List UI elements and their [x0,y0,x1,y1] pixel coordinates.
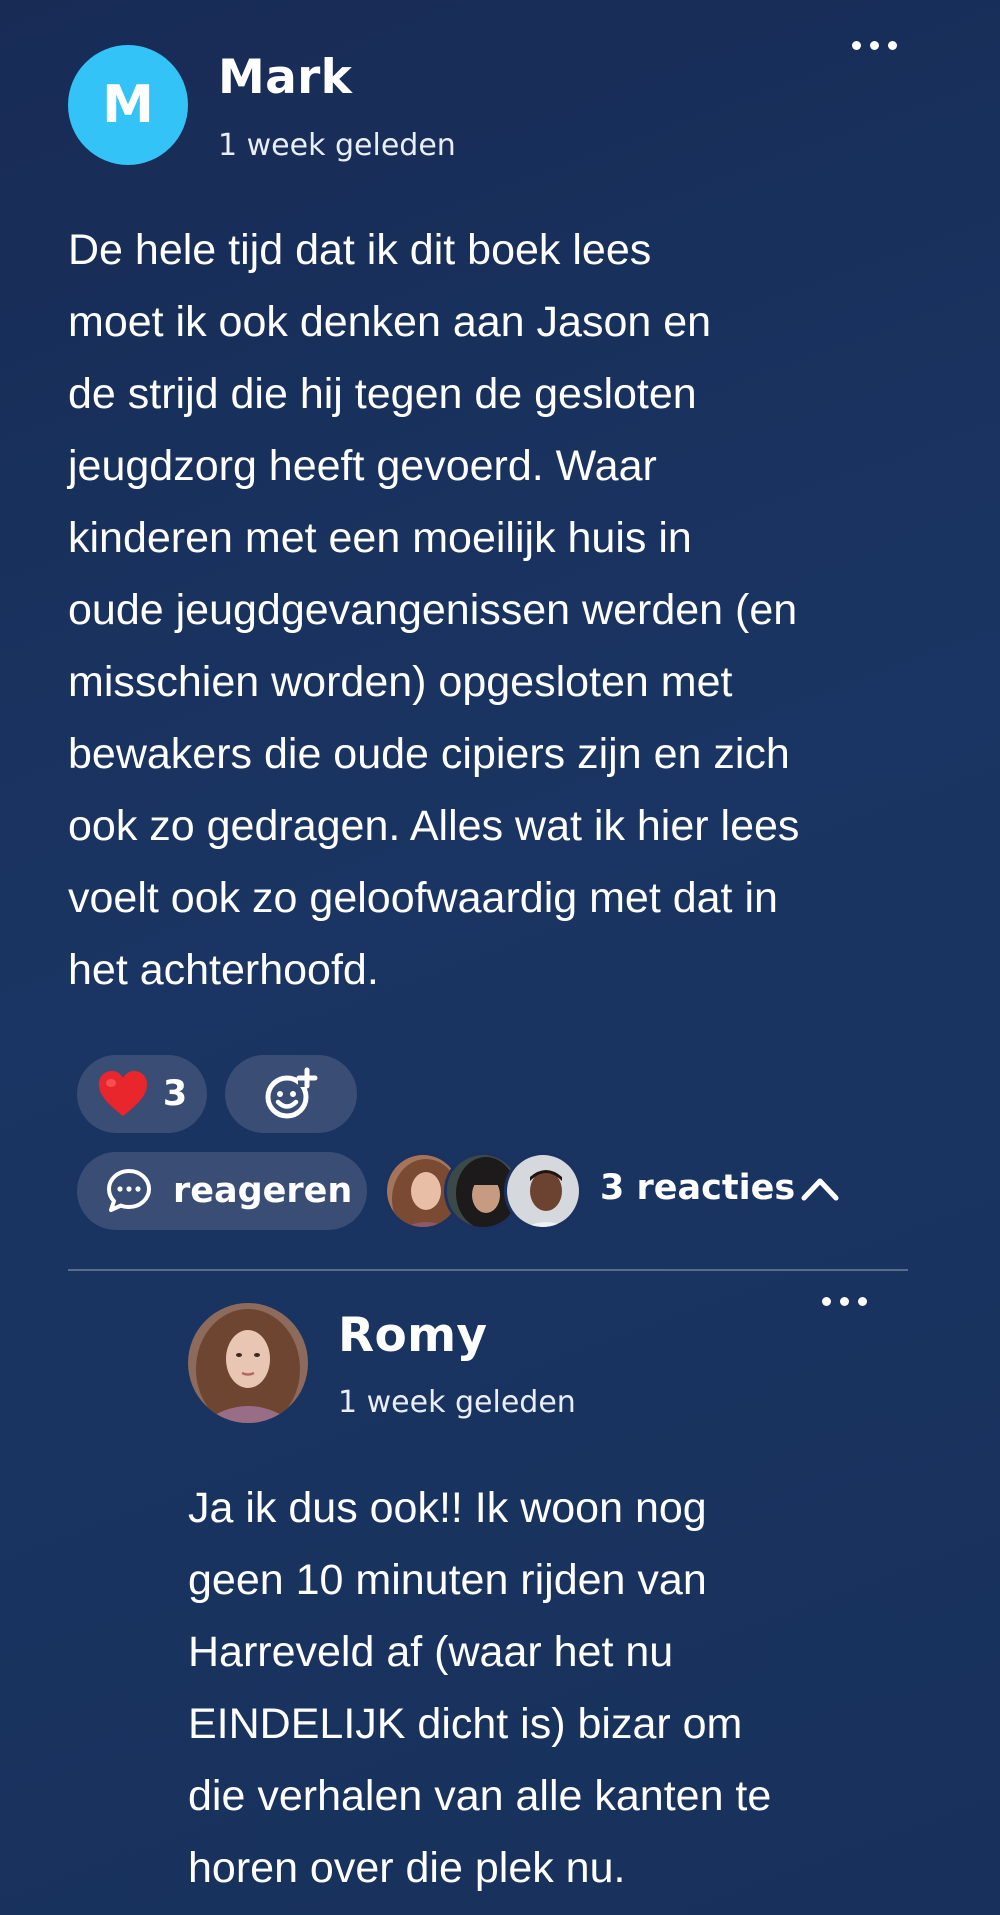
chevron-up-icon[interactable] [800,1174,840,1202]
heart-icon [98,1071,147,1116]
reply-body: Ja ik dus ook!! Ik woon nog geen 10 minu… [188,1484,772,1892]
timestamp: 1 week geleden [218,128,456,163]
avatar[interactable]: M [68,45,188,165]
reply-label: reageren [173,1171,353,1211]
reactions-count[interactable]: 3 reacties [600,1168,795,1208]
add-reaction-button[interactable] [225,1055,357,1133]
like-button[interactable]: 3 [77,1055,207,1133]
reply-author-name[interactable]: Romy [338,1308,487,1363]
more-options-icon[interactable] [852,35,897,55]
reply-avatar[interactable] [188,1303,308,1423]
reply-button[interactable]: reageren [77,1152,367,1230]
divider [68,1269,908,1271]
avatar-initial: M [102,75,154,135]
like-count: 3 [162,1074,188,1114]
reactor-avatar-3[interactable] [504,1152,582,1230]
reply-timestamp: 1 week geleden [338,1385,576,1420]
reply-more-options-icon[interactable] [822,1291,867,1311]
add-emoji-icon [265,1067,318,1119]
author-name[interactable]: Mark [218,50,352,105]
comment-body: De hele tijd dat ik dit boek lees moet i… [68,226,800,994]
chat-bubble-icon [107,1169,151,1212]
